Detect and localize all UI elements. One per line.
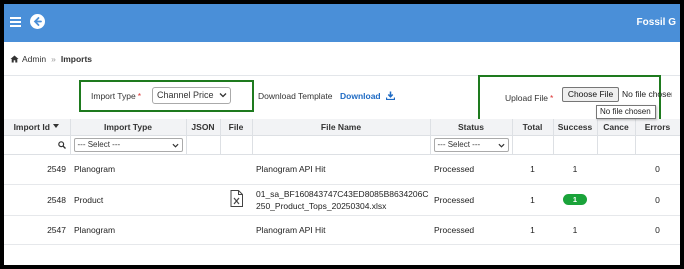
cell-import-type: Planogram: [70, 154, 186, 185]
col-cancel[interactable]: Cance: [597, 119, 636, 136]
cell-file-name: Planogram API Hit: [252, 215, 430, 245]
col-total[interactable]: Total: [512, 119, 554, 136]
col-success[interactable]: Success: [553, 119, 598, 136]
import-type-select[interactable]: Channel Price: [152, 87, 231, 104]
cell-success: 1: [553, 154, 597, 185]
no-file-tooltip: No file chosen: [596, 105, 656, 119]
top-navbar: Fossil G: [4, 4, 680, 42]
excel-file-icon[interactable]: [230, 190, 243, 209]
download-link[interactable]: Download: [340, 91, 396, 101]
app-frame: Fossil G Admin » Imports Import Type * Chan…: [0, 0, 684, 269]
cell-status: Processed: [430, 154, 512, 185]
sort-desc-icon: [52, 123, 59, 128]
cell-import-type: Planogram: [70, 215, 186, 245]
cell-import-id: 2548: [4, 184, 70, 216]
menu-icon[interactable]: [10, 17, 21, 27]
file-name-line-2: 250_Product_Tops_20250304.xlsx: [256, 200, 387, 211]
chevron-down-icon: [219, 93, 227, 98]
col-json[interactable]: JSON: [186, 119, 221, 136]
col-errors[interactable]: Errors: [635, 119, 680, 136]
import-type-label: Import Type *: [91, 91, 142, 101]
chevron-down-icon: [171, 143, 179, 148]
imports-table: Import Id Import Type JSON File File Nam…: [4, 119, 680, 245]
breadcrumb: Admin » Imports: [10, 54, 92, 65]
col-file-name[interactable]: File Name: [252, 119, 431, 136]
breadcrumb-current: Imports: [60, 54, 92, 64]
brand-name: Fossil G: [636, 17, 676, 28]
table-row[interactable]: 2549 Planogram Planogram API Hit Process…: [4, 154, 680, 185]
cell-errors: 0: [635, 215, 680, 245]
cell-status: Processed: [430, 215, 512, 245]
cell-file-name: 01_sa_BF160843747C43ED8085B8634206C 250_…: [252, 184, 430, 216]
back-arrow-icon[interactable]: [30, 14, 45, 29]
breadcrumb-separator: »: [51, 54, 56, 64]
success-badge[interactable]: 1: [563, 194, 587, 205]
cell-total: 1: [512, 154, 553, 185]
import-type-value: Channel Price: [157, 90, 214, 100]
search-icon: [57, 140, 66, 149]
cell-file-name: Planogram API Hit: [252, 154, 430, 185]
filter-bar: Import Type * Channel Price Download Temp…: [4, 75, 680, 127]
cell-success: 1: [553, 215, 597, 245]
col-file[interactable]: File: [220, 119, 253, 136]
download-template-label: Download Template: [258, 91, 333, 101]
table-row[interactable]: 2548 Product 01_sa_BF160843747C43ED8085B…: [4, 184, 680, 216]
table-row[interactable]: 2547 Planogram Planogram API Hit Process…: [4, 215, 680, 245]
table-header: Import Id Import Type JSON File File Nam…: [4, 119, 680, 136]
no-file-text: No file chosen: [622, 89, 672, 99]
import-id-filter[interactable]: [4, 135, 71, 155]
import-type-filter-select[interactable]: --- Select ---: [73, 137, 183, 152]
cell-import-id: 2547: [4, 215, 70, 245]
col-import-type[interactable]: Import Type: [70, 119, 187, 136]
cell-import-id: 2549: [4, 154, 70, 185]
cell-errors: 0: [635, 184, 680, 216]
download-icon: [385, 91, 396, 101]
upload-file-label: Upload File *: [505, 93, 554, 103]
file-name-line-1: 01_sa_BF160843747C43ED8085B8634206C: [256, 188, 429, 199]
home-icon: [10, 55, 19, 65]
breadcrumb-admin[interactable]: Admin: [22, 54, 46, 64]
chevron-down-icon: [497, 143, 505, 148]
cell-import-type: Product: [70, 184, 186, 216]
cell-total: 1: [512, 215, 553, 245]
col-status[interactable]: Status: [430, 119, 513, 136]
breadcrumb-bar: Admin » Imports: [4, 42, 680, 76]
cell-total: 1: [512, 184, 553, 216]
cell-status: Processed: [430, 184, 512, 216]
status-filter-select[interactable]: --- Select ---: [433, 137, 509, 152]
cell-errors: 0: [635, 154, 680, 185]
table-filter-row: --- Select --- --- Select ---: [4, 135, 680, 155]
choose-file-button[interactable]: Choose File: [562, 87, 619, 102]
col-import-id[interactable]: Import Id: [4, 119, 71, 136]
